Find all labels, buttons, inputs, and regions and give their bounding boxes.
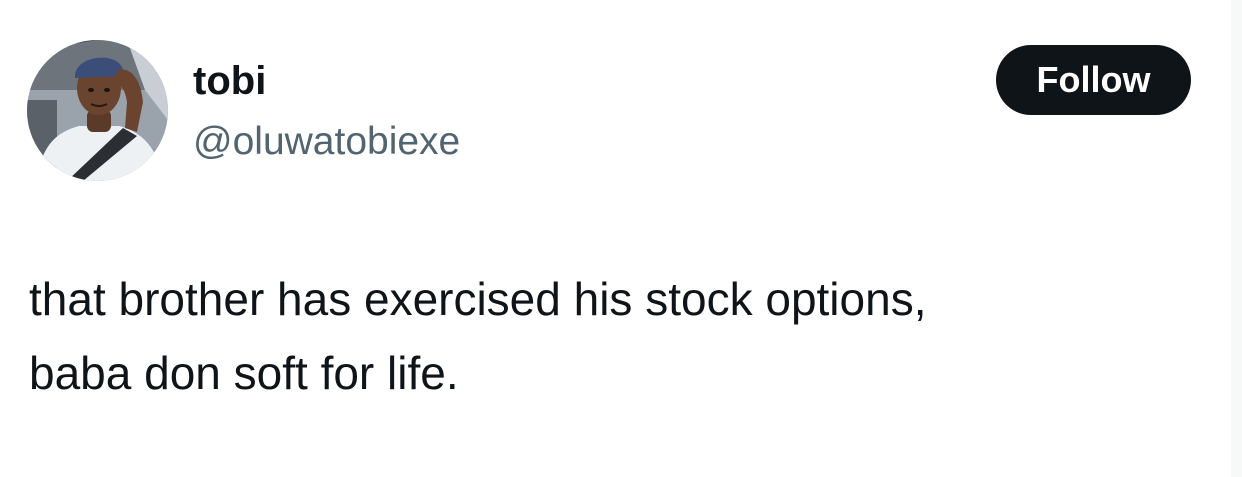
- tweet-text-line: baba don soft for life.: [29, 347, 459, 399]
- avatar[interactable]: [27, 40, 168, 181]
- author-display-name[interactable]: tobi: [193, 57, 266, 105]
- author-handle[interactable]: @oluwatobiexe: [193, 118, 460, 166]
- scroll-gutter: [1231, 0, 1242, 477]
- follow-button[interactable]: Follow: [996, 45, 1191, 115]
- tweet-text: that brother has exercised his stock opt…: [29, 262, 1209, 410]
- user-photo-avatar-icon: [27, 40, 168, 181]
- tweet-text-line: that brother has exercised his stock opt…: [29, 273, 927, 325]
